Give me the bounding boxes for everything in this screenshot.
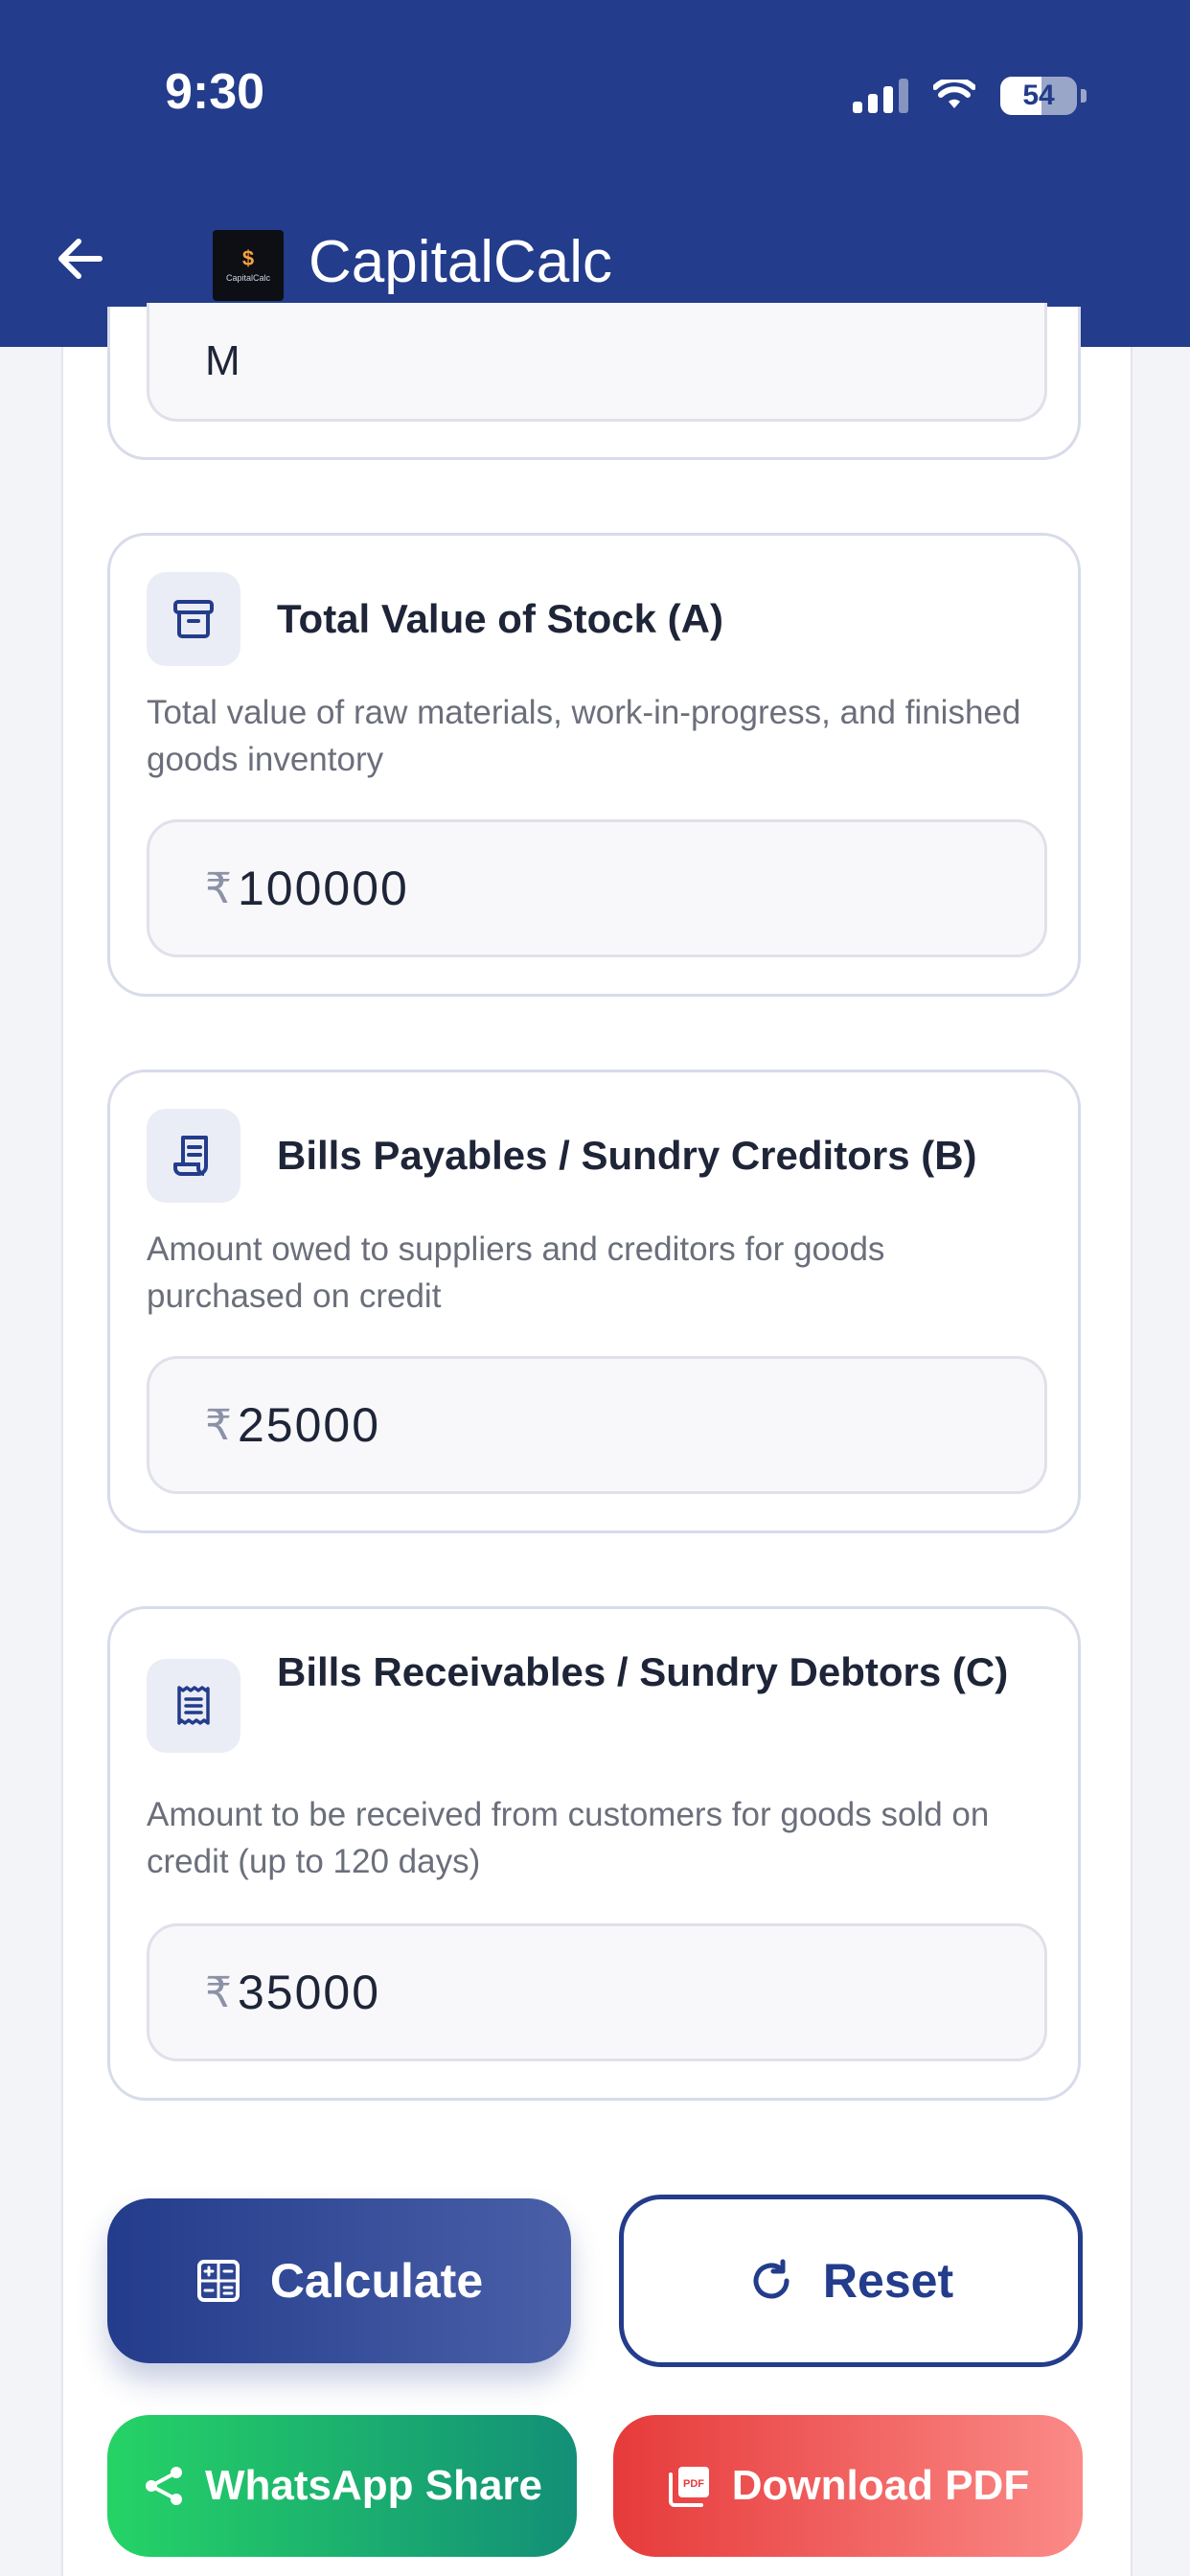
bills-payable-card: Bills Payables / Sundry Creditors (B) Am… — [107, 1070, 1081, 1533]
calculate-button[interactable]: Calculate — [107, 2198, 571, 2363]
calculate-label: Calculate — [269, 2254, 484, 2308]
currency-symbol: ₹ — [205, 864, 232, 912]
field-title: Total Value of Stock (A) — [277, 596, 723, 641]
stock-value-card: Total Value of Stock (A) Total value of … — [107, 533, 1081, 997]
app-title: CapitalCalc — [309, 229, 613, 295]
document-icon — [173, 1136, 208, 1176]
whatsapp-label: WhatsApp Share — [204, 2462, 543, 2509]
battery-icon: 54 — [1000, 77, 1077, 115]
download-pdf-button[interactable]: PDF Download PDF — [613, 2415, 1083, 2557]
field-description: Amount owed to suppliers and creditors f… — [147, 1230, 885, 1315]
currency-symbol: ₹ — [205, 1401, 232, 1449]
calculator-icon — [196, 2260, 240, 2302]
whatsapp-share-button[interactable]: WhatsApp Share — [107, 2415, 577, 2557]
svg-text:PDF: PDF — [683, 2478, 704, 2490]
input-value: 100000 — [238, 862, 409, 915]
signal-icon — [853, 79, 908, 113]
wifi-icon — [933, 80, 975, 108]
field-title: Bills Receivables / Sundry Debtors (C) — [277, 1649, 1009, 1694]
back-arrow-icon[interactable] — [52, 230, 109, 288]
archive-box-icon — [173, 600, 214, 638]
reset-label: Reset — [822, 2254, 954, 2308]
bills-payable-input[interactable]: ₹ 25000 — [147, 1356, 1047, 1494]
input-value: 25000 — [238, 1398, 381, 1452]
battery-level: 54 — [1022, 80, 1055, 111]
field-title: Bills Payables / Sundry Creditors (B) — [277, 1133, 977, 1178]
logo-text: CapitalCalc — [225, 273, 271, 283]
battery-tip — [1081, 89, 1087, 103]
share-icon — [145, 2467, 182, 2505]
currency-symbol: ₹ — [205, 1968, 232, 2016]
input-value: 35000 — [238, 1966, 381, 2019]
receivable-icon-box — [147, 1659, 240, 1753]
bills-receivable-card: Bills Receivables / Sundry Debtors (C) A… — [107, 1606, 1081, 2101]
reset-button[interactable]: Reset — [619, 2195, 1083, 2367]
app-logo: $ CapitalCalc — [213, 230, 284, 301]
logo-chart-icon: $ — [241, 246, 255, 270]
app-header: 9:30 54 $ CapitalCalc CapitalCalc — [0, 0, 1190, 347]
status-time: 9:30 — [165, 64, 265, 120]
download-pdf-label: Download PDF — [731, 2462, 1030, 2509]
partial-input[interactable]: M — [147, 303, 1047, 422]
status-icons: 54 — [853, 77, 1087, 115]
stock-value-input[interactable]: ₹ 100000 — [147, 819, 1047, 957]
stock-icon-box — [147, 572, 240, 666]
receipt-icon — [177, 1686, 210, 1725]
field-description: Amount to be received from customers for… — [147, 1796, 990, 1880]
field-card-partial: M — [107, 303, 1081, 460]
payable-icon-box — [147, 1109, 240, 1203]
bills-receivable-input[interactable]: ₹ 35000 — [147, 1923, 1047, 2061]
field-description: Total value of raw materials, work-in-pr… — [147, 694, 1021, 778]
refresh-icon — [753, 2259, 790, 2299]
pdf-icon: PDF — [668, 2467, 709, 2507]
